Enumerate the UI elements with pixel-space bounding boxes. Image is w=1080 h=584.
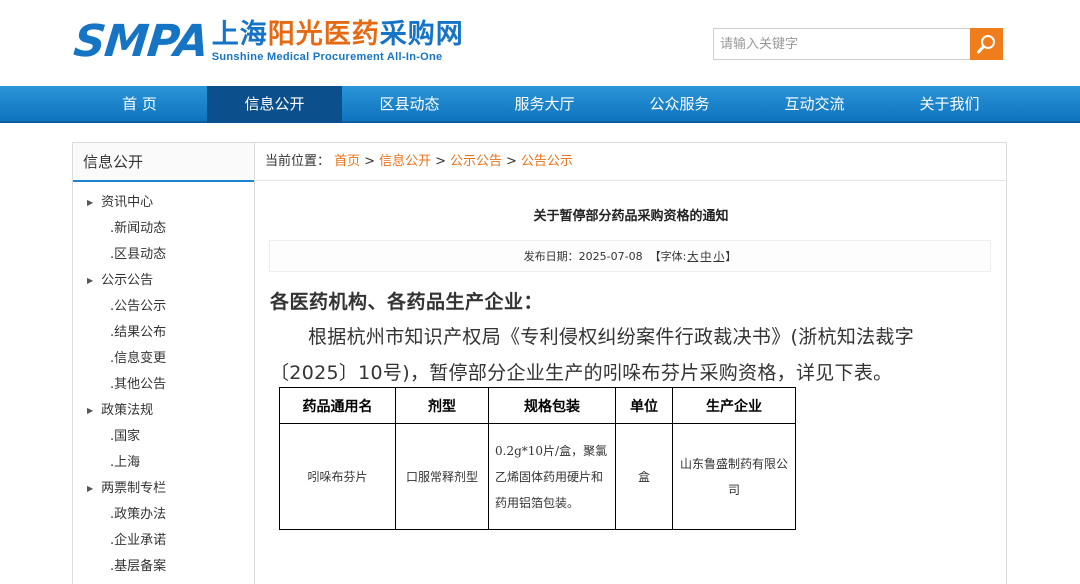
logo-cn-part-b: 阳光医药: [267, 19, 380, 50]
breadcrumb-separator: >: [364, 154, 376, 169]
sidebar-title: 信息公开: [73, 143, 254, 182]
triangle-right-icon: ▶: [87, 198, 94, 207]
search-icon: [976, 35, 995, 54]
article-title: 关于暂停部分药品采购资格的通知: [533, 209, 729, 224]
drug-table: 药品通用名 剂型 规格包装 单位 生产企业 吲哚布芬片 口服常释剂型 0.2g*…: [279, 387, 796, 530]
sidebar-item[interactable]: .政策办法: [73, 502, 254, 528]
table-header-row: 药品通用名 剂型 规格包装 单位 生产企业: [279, 387, 796, 424]
breadcrumb-separator: >: [506, 154, 517, 169]
table-cell-drug-name: 吲哚布芬片: [279, 423, 396, 530]
main-content: 当前位置： 首页 > 信息公开 > 公示公告 > 公告公示 关于暂停部分药品采购资格的通知 …: [255, 142, 1007, 584]
sidebar-group-label: 两票制专栏: [101, 481, 167, 496]
main-nav-items: 首 页信息公开 区县动态 服务大厅 公众服务 互动交流 关于我们: [72, 86, 1017, 123]
publish-date: 2025-07-08: [578, 250, 643, 263]
font-size-label-close: 】: [725, 250, 737, 263]
sidebar-item[interactable]: .基层备案: [73, 554, 254, 580]
logo-en-text: Sunshine Medical Procurement All-In-One: [211, 51, 443, 63]
nav-item-4[interactable]: 公众服务: [612, 86, 747, 123]
sidebar-group-0[interactable]: ▶ 资讯中心: [73, 190, 254, 216]
sidebar: 信息公开 ▶ 资讯中心 .新闻动态 .区县动态 ▶ 公示公告 .公告公示 .结果公布 .信息变更…: [72, 142, 255, 584]
table-header-cell: 单位: [615, 387, 673, 424]
font-size-label-open: 【字体:: [649, 250, 687, 263]
table-row: 吲哚布芬片 口服常释剂型 0.2g*10片/盒，聚氯乙烯固体药用硬片和药用铝箔包…: [279, 423, 796, 530]
logo-text-block: 上海阳光医药采购网 Sunshine Medical Procurement A…: [212, 20, 464, 64]
triangle-right-icon: ▶: [87, 406, 94, 415]
breadcrumb-separator: >: [435, 154, 446, 169]
article-paragraph: 根据杭州市知识产权局《专利侵权纠纷案件行政裁决书》(浙杭知法裁字〔2025〕10…: [270, 326, 915, 384]
main-nav: 首 页信息公开 区县动态 服务大厅 公众服务 互动交流 关于我们: [0, 86, 1080, 123]
sidebar-group-label: 政策法规: [101, 403, 154, 418]
sidebar-item[interactable]: .结果公布: [73, 320, 254, 346]
breadcrumb-link-2[interactable]: 公示公告: [450, 154, 502, 169]
article-greeting: 各医药机构、各药品生产企业：: [270, 291, 544, 313]
sidebar-item[interactable]: .区县动态: [73, 242, 254, 268]
table-cell-manufacturer: 山东鲁盛制药有限公司: [672, 423, 796, 530]
sidebar-group-1[interactable]: ▶ 公示公告: [73, 268, 254, 294]
table-cell-unit: 盒: [615, 423, 673, 530]
font-size-big-link[interactable]: 大: [687, 250, 698, 263]
nav-item-5[interactable]: 互动交流: [747, 86, 882, 123]
font-size-small-link[interactable]: 小: [713, 250, 724, 263]
publish-date-label: 发布日期：: [523, 250, 579, 263]
site-header: SMPA 上海阳光医药采购网 Sunshine Medical Procurem…: [0, 0, 1080, 86]
nav-item-6[interactable]: 关于我们: [882, 86, 1017, 123]
breadcrumb-link-1[interactable]: 信息公开: [379, 154, 431, 169]
table-header-cell: 规格包装: [488, 387, 616, 424]
breadcrumb-link-0[interactable]: 首页: [334, 154, 360, 169]
search-button[interactable]: [970, 28, 1003, 60]
article-meta: 发布日期：2025-07-08 【字体:大中小】: [269, 240, 991, 272]
site-logo[interactable]: SMPA 上海阳光医药采购网 Sunshine Medical Procurem…: [71, 16, 464, 70]
triangle-right-icon: ▶: [87, 484, 94, 493]
nav-item-1[interactable]: 信息公开: [207, 86, 342, 123]
table-header-cell: 药品通用名: [279, 387, 396, 424]
table-cell-specification: 0.2g*10片/盒，聚氯乙烯固体药用硬片和药用铝箔包装。: [488, 423, 616, 530]
sidebar-group-label: 公示公告: [101, 273, 154, 288]
search-input[interactable]: [713, 28, 971, 60]
triangle-right-icon: ▶: [87, 276, 94, 285]
breadcrumb-prefix: 当前位置：: [265, 154, 331, 169]
search-box: [713, 28, 1003, 60]
nav-item-0[interactable]: 首 页: [72, 86, 207, 123]
sidebar-item[interactable]: .新闻动态: [73, 216, 254, 242]
logo-cn-part-a: 上海: [211, 19, 268, 50]
table-header-cell: 剂型: [395, 387, 489, 424]
logo-cn-text: 上海阳光医药采购网: [212, 20, 464, 50]
breadcrumb-link-3[interactable]: 公告公示: [521, 154, 573, 169]
nav-item-2[interactable]: 区县动态: [342, 86, 477, 123]
sidebar-item[interactable]: .公告公示: [73, 294, 254, 320]
font-size-medium-link[interactable]: 中: [700, 250, 711, 263]
logo-cn-part-c: 采购网: [379, 19, 464, 50]
table-cell-dosage-form: 口服常释剂型: [395, 423, 489, 530]
sidebar-group-label: 资讯中心: [101, 195, 154, 210]
sidebar-group-3[interactable]: ▶ 两票制专栏: [73, 476, 254, 502]
breadcrumb: 当前位置： 首页 > 信息公开 > 公示公告 > 公告公示: [255, 143, 1006, 181]
sidebar-item[interactable]: .企业承诺: [73, 528, 254, 554]
table-header-cell: 生产企业: [672, 387, 796, 424]
nav-item-3[interactable]: 服务大厅: [477, 86, 612, 123]
sidebar-item[interactable]: .上海: [73, 450, 254, 476]
sidebar-item[interactable]: .信息变更: [73, 346, 254, 372]
sidebar-list: ▶ 资讯中心 .新闻动态 .区县动态 ▶ 公示公告 .公告公示 .结果公布 .信息变更 .其他公告…: [73, 182, 254, 580]
sidebar-item[interactable]: .国家: [73, 424, 254, 450]
sidebar-group-2[interactable]: ▶ 政策法规: [73, 398, 254, 424]
logo-smpa-text: SMPA: [71, 16, 211, 67]
sidebar-item[interactable]: .其他公告: [73, 372, 254, 398]
